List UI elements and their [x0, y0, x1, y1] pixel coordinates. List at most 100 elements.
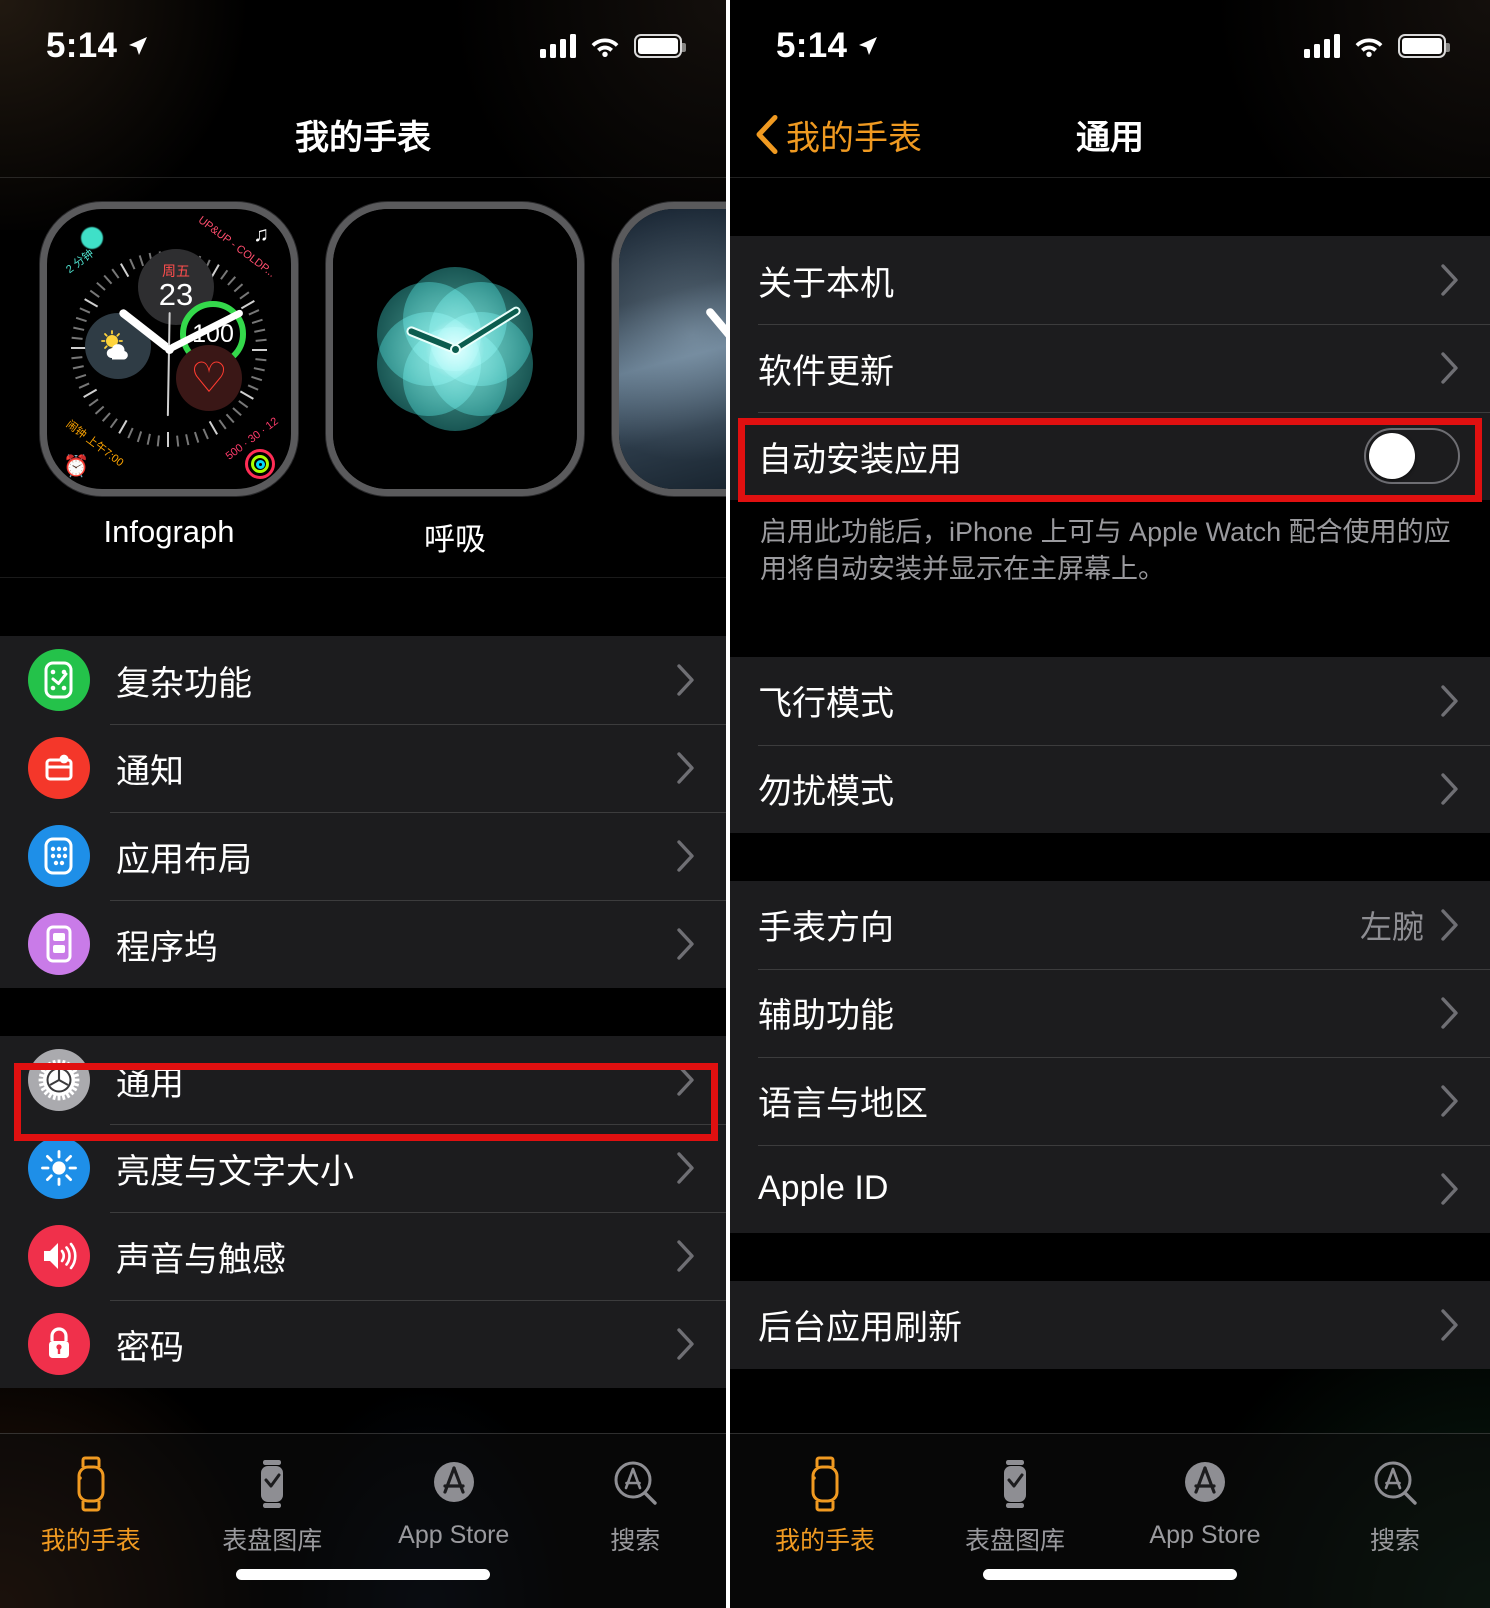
- watch-face-preview[interactable]: [612, 202, 726, 496]
- tab-my-watch[interactable]: 我的手表: [730, 1456, 920, 1557]
- gear-icon: [28, 1049, 90, 1111]
- chevron-right-icon: [677, 664, 694, 696]
- settings-list[interactable]: 关于本机 软件更新 自动安装应用 启用此功能后，iPhone 上可与 Apple…: [730, 178, 1490, 1369]
- dual-screenshot: 5:14 我的手表 2 分钟 UP&UP - COLDP... ♫ 周五 23 …: [0, 0, 1490, 1608]
- search-icon: [614, 1461, 657, 1505]
- date-weekday: 周五: [162, 263, 190, 279]
- tab-search[interactable]: 搜索: [1300, 1456, 1490, 1557]
- battery-icon: [634, 34, 686, 58]
- tab-face-gallery[interactable]: 表盘图库: [920, 1456, 1110, 1557]
- breathe-face: [333, 209, 577, 489]
- settings-row-watch-orientation[interactable]: 手表方向 左腕: [730, 881, 1490, 969]
- settings-row-do-not-disturb[interactable]: 勿扰模式: [730, 744, 1490, 833]
- back-button[interactable]: 我的手表: [754, 110, 922, 159]
- tab-app-store[interactable]: App Store: [363, 1456, 545, 1550]
- settings-row-sound-haptics[interactable]: 声音与触感: [0, 1212, 726, 1300]
- status-left: 5:14: [776, 26, 880, 66]
- chevron-right-icon: [1441, 772, 1458, 805]
- search-icon: [1374, 1461, 1417, 1505]
- hand-hub: [164, 344, 174, 354]
- activity-rings-icon: [245, 449, 275, 479]
- watch-face-item[interactable]: 呼吸: [326, 202, 584, 559]
- settings-row-app-layout[interactable]: 应用布局: [0, 812, 726, 900]
- wifi-icon: [1355, 38, 1383, 57]
- settings-row-dock[interactable]: 程序坞: [0, 900, 726, 988]
- tab-face-gallery[interactable]: 表盘图库: [182, 1456, 364, 1557]
- settings-group-4: 后台应用刷新: [730, 1280, 1490, 1369]
- settings-row-general[interactable]: 通用: [0, 1036, 726, 1124]
- watch-face-preview[interactable]: 2 分钟 UP&UP - COLDP... ♫ 周五 23 100 ♡ 闹钟 上…: [40, 202, 298, 496]
- settings-row-language-region[interactable]: 语言与地区: [730, 1056, 1490, 1145]
- face-gallery-icon: [261, 1460, 284, 1508]
- settings-row-apple-id[interactable]: Apple ID: [730, 1144, 1490, 1233]
- settings-group-1: 复杂功能 通知 应用布局 程序坞: [0, 636, 726, 988]
- chevron-right-icon: [1441, 1172, 1458, 1205]
- settings-row-label: 亮度与文字大小: [116, 1152, 354, 1191]
- settings-row-label: 通知: [116, 752, 184, 791]
- tab-label: 表盘图库: [222, 1527, 323, 1555]
- watch-face-label: V: [612, 514, 726, 550]
- chevron-right-icon: [1441, 684, 1458, 717]
- tab-search[interactable]: 搜索: [545, 1456, 727, 1557]
- settings-row-accessibility[interactable]: 辅助功能: [730, 968, 1490, 1057]
- sound-haptics-icon: [28, 1225, 90, 1287]
- settings-row-automatic-app-install[interactable]: 自动安装应用: [730, 412, 1490, 500]
- settings-row-about[interactable]: 关于本机: [730, 236, 1490, 324]
- watch-face-label: Infograph: [103, 514, 235, 549]
- dock-icon: [28, 913, 90, 975]
- wifi-icon: [591, 38, 619, 57]
- tab-label: App Store: [398, 1521, 510, 1549]
- status-left: 5:14: [46, 26, 150, 66]
- back-button-label: 我的手表: [786, 119, 922, 157]
- section-gap: [730, 178, 1490, 236]
- settings-row-label: 勿扰模式: [758, 773, 894, 811]
- tab-label: 表盘图库: [964, 1527, 1065, 1555]
- home-indicator: [236, 1569, 490, 1580]
- settings-list[interactable]: 复杂功能 通知 应用布局 程序坞 通用 亮度与文字大小 声音与触感 密码: [0, 578, 726, 1388]
- watch-face-item[interactable]: V: [612, 202, 726, 550]
- settings-row-software-update[interactable]: 软件更新: [730, 324, 1490, 412]
- page-title: 我的手表: [295, 119, 431, 157]
- settings-row-complications[interactable]: 复杂功能: [0, 636, 726, 724]
- section-gap: [730, 618, 1490, 657]
- status-time: 5:14: [46, 26, 118, 65]
- status-right: [540, 34, 686, 58]
- settings-row-label: 软件更新: [758, 352, 894, 391]
- settings-row-background-app-refresh[interactable]: 后台应用刷新: [730, 1281, 1490, 1369]
- chevron-right-icon: [1441, 352, 1458, 384]
- tab-bar[interactable]: 我的手表 表盘图库 App Store 搜索: [0, 1433, 726, 1608]
- tab-bar[interactable]: 我的手表 表盘图库 App Store 搜索: [730, 1433, 1490, 1608]
- settings-group-3: 手表方向 左腕 辅助功能 语言与地区 Apple ID: [730, 880, 1490, 1233]
- location-arrow-icon: [859, 37, 878, 55]
- settings-row-passcode[interactable]: 密码: [0, 1300, 726, 1388]
- watch-face-item[interactable]: 2 分钟 UP&UP - COLDP... ♫ 周五 23 100 ♡ 闹钟 上…: [40, 202, 298, 550]
- brightness-icon: [28, 1137, 90, 1199]
- section-gap: [730, 832, 1490, 881]
- chevron-right-icon: [1441, 264, 1458, 296]
- automatic-app-install-toggle[interactable]: [1364, 428, 1460, 484]
- status-right: [1304, 34, 1450, 58]
- date-day: 23: [158, 277, 194, 312]
- settings-row-airplane-mode[interactable]: 飞行模式: [730, 657, 1490, 745]
- tab-app-store[interactable]: App Store: [1110, 1456, 1300, 1550]
- chevron-right-icon: [677, 1240, 694, 1272]
- watch-icon: [77, 1456, 105, 1512]
- face-gallery-icon: [1004, 1460, 1026, 1508]
- complication-top-left: 2 分钟: [64, 247, 97, 276]
- status-time: 5:14: [776, 26, 848, 65]
- passcode-lock-icon: [28, 1313, 90, 1375]
- page-title: 通用: [1076, 119, 1144, 157]
- watch-face-carousel[interactable]: 2 分钟 UP&UP - COLDP... ♫ 周五 23 100 ♡ 闹钟 上…: [0, 178, 726, 578]
- right-phone-screen: 5:14 我的手表 通用 关于本机 软件更新 自动安装应用 启用此功能后，iPh…: [730, 0, 1490, 1608]
- section-gap: [0, 988, 726, 1036]
- chevron-right-icon: [1441, 1084, 1458, 1117]
- settings-row-brightness[interactable]: 亮度与文字大小: [0, 1124, 726, 1212]
- settings-row-notifications[interactable]: 通知: [0, 724, 726, 812]
- watch-face-preview[interactable]: [326, 202, 584, 496]
- nav-bar: 我的手表: [0, 92, 726, 178]
- hand-hub: [449, 343, 461, 355]
- tab-my-watch[interactable]: 我的手表: [0, 1456, 182, 1557]
- settings-row-label: 通用: [116, 1064, 184, 1103]
- settings-row-label: 后台应用刷新: [758, 1309, 962, 1347]
- tab-label: 搜索: [1369, 1527, 1420, 1555]
